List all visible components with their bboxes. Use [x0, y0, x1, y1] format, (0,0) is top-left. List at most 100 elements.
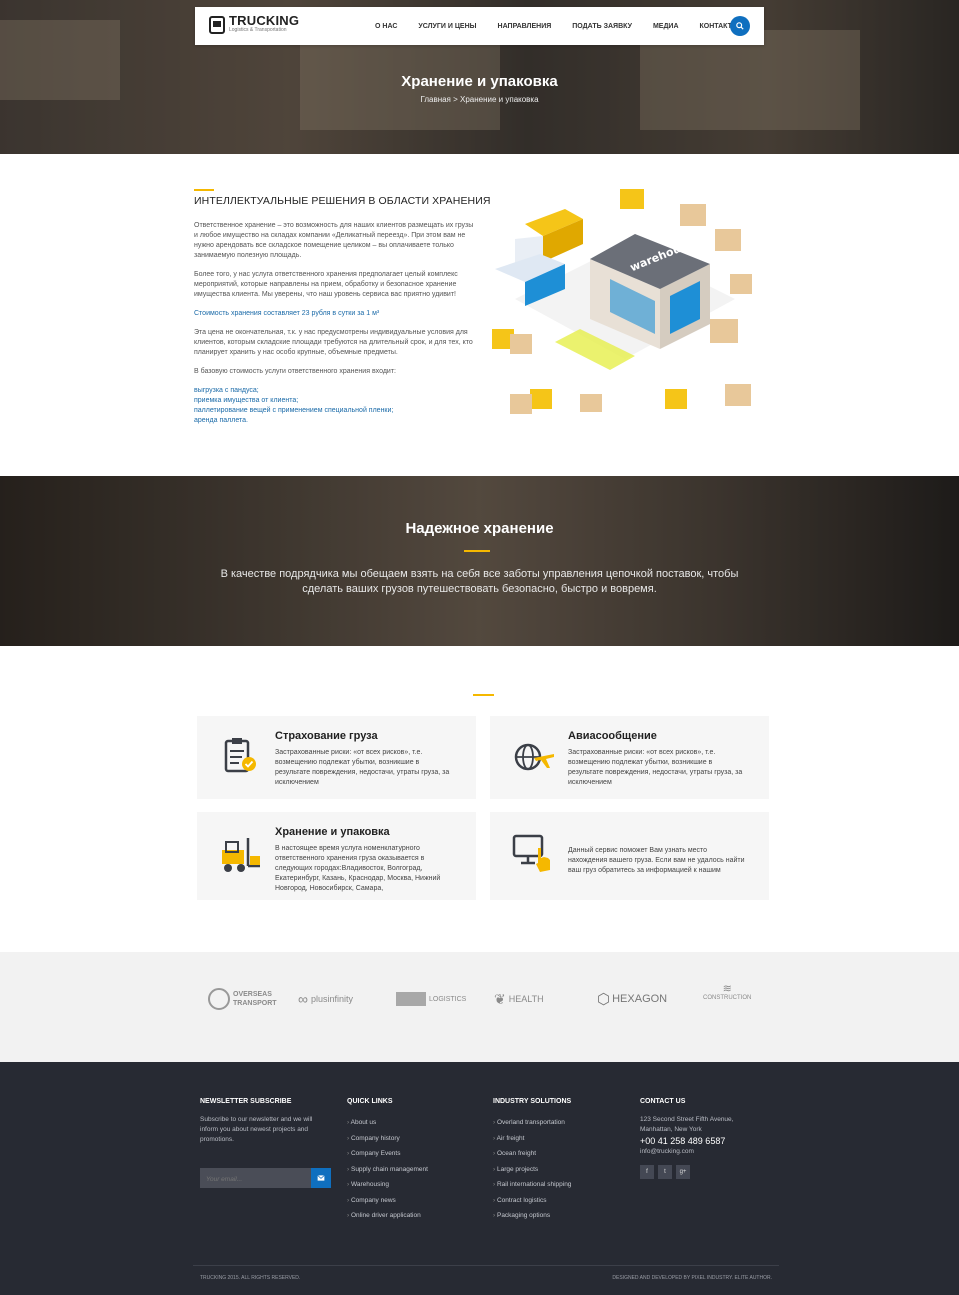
forklift-shape — [530, 389, 552, 409]
price-note: Стоимость хранения составляет 23 рубля в… — [194, 310, 380, 317]
forklift-shape — [665, 389, 687, 409]
main-nav: О НАС УСЛУГИ И ЦЕНЫ НАПРАВЛЕНИЯ ПОДАТЬ З… — [375, 7, 760, 45]
partner-logo-overseas[interactable]: OVERSEAS TRANSPORT — [208, 984, 277, 1014]
address-line: 123 Second Street Fifth Avenue, — [640, 1116, 734, 1123]
partner-name-line: OVERSEAS — [233, 991, 272, 998]
logo[interactable]: TRUCKING Logistics & Transportation — [209, 14, 299, 34]
box-shape — [730, 274, 752, 294]
service-card-tracking[interactable]: Данный сервис поможет Вам узнать место н… — [490, 812, 769, 900]
partner-logo-plusinfinity[interactable]: ∞ plusinfinity — [298, 984, 353, 1014]
warehouse-illustration: warehouse — [492, 189, 752, 414]
service-card-storage[interactable]: Хранение и упаковка В настоящее время ус… — [197, 812, 476, 900]
facebook-icon[interactable]: f — [640, 1165, 654, 1179]
box-shape — [710, 319, 738, 343]
page-title: Хранение и упаковка — [401, 73, 558, 90]
footer-link[interactable]: Company news — [347, 1193, 467, 1209]
forklift-shape — [620, 189, 644, 209]
service-text: В настоящее время услуга номенклатурного… — [275, 845, 441, 892]
partner-logo-logistics[interactable]: LOGISTICS — [396, 984, 466, 1014]
email-input[interactable] — [200, 1169, 310, 1190]
service-title: Страхование груза — [275, 730, 378, 742]
partner-name: CONSTRUCTION — [703, 995, 752, 1001]
footer-newsletter: NEWSLETTER SUBSCRIBE Subscribe to our ne… — [200, 1098, 330, 1145]
credit-text: DESIGNED AND DEVELOPED BY PIXEL INDUSTRY… — [612, 1275, 772, 1281]
hero-header: TRUCKING Logistics & Transportation О НА… — [0, 0, 959, 154]
footer-link[interactable]: Company history — [347, 1131, 467, 1147]
footer-link[interactable]: Overland transportation — [493, 1115, 623, 1131]
phone-number[interactable]: +00 41 258 489 6587 — [640, 1135, 780, 1147]
partner-logo-construction[interactable]: ≋ CONSTRUCTION — [703, 984, 751, 1014]
nav-request[interactable]: ПОДАТЬ ЗАЯВКУ — [572, 23, 632, 30]
clipboard-check-icon — [224, 738, 256, 773]
accent-line — [194, 189, 214, 191]
service-card-air[interactable]: Авиасообщение Застрахованные риски: «от … — [490, 716, 769, 799]
footer-link[interactable]: Ocean freight — [493, 1146, 623, 1162]
intro-text: Ответственное хранение – это возможность… — [194, 221, 474, 426]
intro-paragraph: Ответственное хранение – это возможность… — [194, 222, 474, 259]
google-plus-icon[interactable]: g+ — [676, 1165, 690, 1179]
footer-link[interactable]: Warehousing — [347, 1177, 467, 1193]
footer-link[interactable]: Large projects — [493, 1162, 623, 1178]
footer-link[interactable]: Packaging options — [493, 1208, 623, 1224]
box-shape — [725, 384, 751, 406]
list-item: паллетирование вещей с применением специ… — [194, 407, 394, 414]
service-title: Хранение и упаковка — [275, 826, 390, 838]
footer-link[interactable]: Supply chain management — [347, 1162, 467, 1178]
footer-quick-links: QUICK LINKS About us Company history Com… — [347, 1098, 467, 1224]
service-card-insurance[interactable]: Страхование груза Застрахованные риски: … — [197, 716, 476, 799]
partner-logo-hexagon[interactable]: ⬡ HEXAGON — [597, 984, 667, 1014]
box-shape — [680, 204, 706, 226]
accent-line — [473, 694, 494, 696]
nav-services[interactable]: УСЛУГИ И ЦЕНЫ — [418, 23, 476, 30]
newsletter-text: Subscribe to our newsletter and we will … — [200, 1116, 313, 1143]
footer-industry: INDUSTRY SOLUTIONS Overland transportati… — [493, 1098, 623, 1224]
partner-name: plusinfinity — [310, 994, 354, 1004]
search-button[interactable] — [730, 16, 750, 36]
service-text: Застрахованные риски: «от всех рисков», … — [568, 749, 743, 786]
footer-link[interactable]: Rail international shipping — [493, 1177, 623, 1193]
contact-email[interactable]: info@trucking.com — [640, 1147, 780, 1157]
infinity-icon: ∞ — [298, 991, 308, 1007]
truck-logo-icon — [209, 15, 225, 34]
accent-line — [464, 550, 490, 552]
address-line: Manhattan, New York — [640, 1126, 702, 1133]
reliable-storage-banner: Надежное хранение В качестве подрядчика … — [0, 476, 959, 646]
mail-icon — [317, 1175, 325, 1181]
intro-paragraph: Более того, у нас услуга ответственного … — [194, 271, 458, 298]
nav-directions[interactable]: НАПРАВЛЕНИЯ — [498, 23, 552, 30]
footer-link[interactable]: Air freight — [493, 1131, 623, 1147]
partners-strip: OVERSEAS TRANSPORT ∞ plusinfinity LOGIST… — [0, 952, 959, 1062]
footer-heading: QUICK LINKS — [347, 1098, 393, 1105]
globe-plane-icon — [514, 743, 554, 771]
navbar: TRUCKING Logistics & Transportation О НА… — [195, 7, 764, 45]
footer-link[interactable]: About us — [347, 1115, 467, 1131]
box-shape — [715, 229, 741, 251]
footer-heading: INDUSTRY SOLUTIONS — [493, 1098, 572, 1105]
truck-icon — [396, 992, 426, 1006]
footer-link[interactable]: Online driver application — [347, 1208, 467, 1224]
partner-name-line: TRANSPORT — [233, 1000, 277, 1007]
list-item: приемка имущества от клиента; — [194, 397, 299, 404]
leaf-icon: ❦ — [494, 990, 506, 1007]
footer-link[interactable]: Company Events — [347, 1146, 467, 1162]
nav-about[interactable]: О НАС — [375, 23, 397, 30]
footer-contact: CONTACT US 123 Second Street Fifth Avenu… — [640, 1098, 780, 1179]
partner-logo-health[interactable]: ❦ HEALTH — [494, 984, 544, 1014]
list-item: аренда паллета. — [194, 417, 248, 424]
footer: NEWSLETTER SUBSCRIBE Subscribe to our ne… — [0, 1062, 959, 1295]
footer-heading: NEWSLETTER SUBSCRIBE — [200, 1098, 292, 1105]
stack-icon: ≋ — [722, 983, 732, 995]
partner-name: OVERSEAS TRANSPORT — [233, 990, 277, 1008]
twitter-icon[interactable]: t — [658, 1165, 672, 1179]
subscribe-button[interactable] — [311, 1168, 331, 1188]
banner-overlay — [0, 476, 959, 646]
breadcrumb[interactable]: Главная > Хранение и упаковка — [0, 95, 959, 104]
partner-name: HEXAGON — [612, 993, 668, 1005]
hexagon-icon: ⬡ — [597, 991, 611, 1008]
footer-divider — [193, 1265, 779, 1266]
globe-icon — [208, 988, 230, 1010]
nav-media[interactable]: МЕДИА — [653, 23, 679, 30]
footer-link[interactable]: Contract logistics — [493, 1193, 623, 1209]
banner-title: Надежное хранение — [405, 520, 554, 537]
included-list: выгрузка с пандуса; приемка имущества от… — [194, 386, 474, 426]
